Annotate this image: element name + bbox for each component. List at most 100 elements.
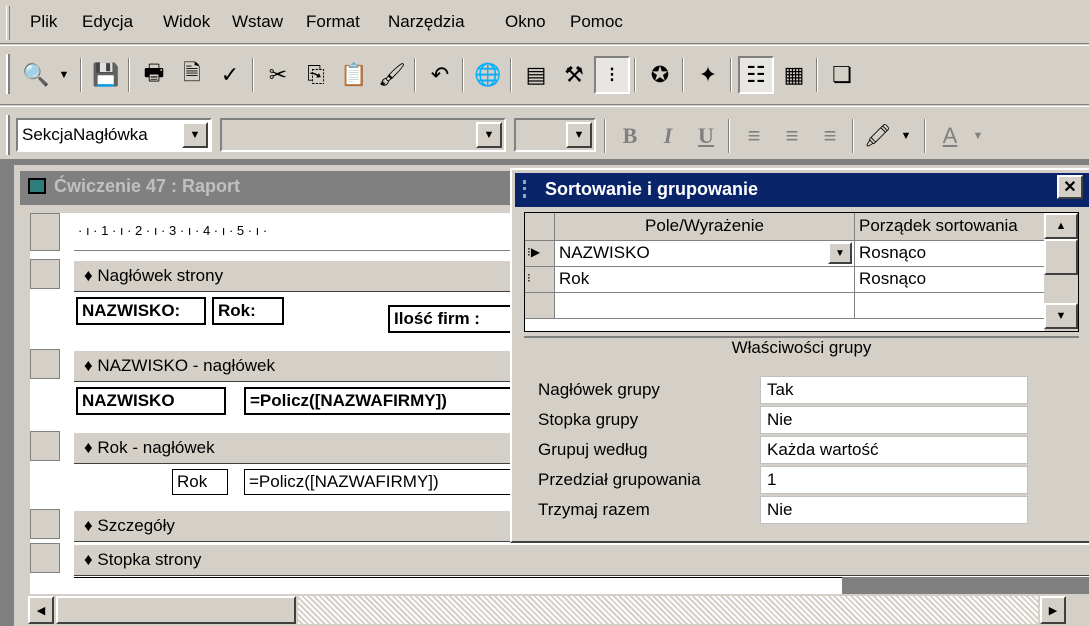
italic-button[interactable]: I — [650, 117, 686, 155]
menu-edycja[interactable]: Edycja — [82, 12, 133, 32]
database-window-icon[interactable]: ▦ — [776, 56, 812, 94]
prop-value-group-header[interactable]: Tak — [760, 376, 1028, 404]
font-size-combo[interactable]: ▼ — [514, 118, 596, 152]
prop-value-keep-together[interactable]: Nie — [760, 496, 1028, 524]
align-center-icon[interactable]: ≡ — [774, 117, 810, 155]
menu-okno[interactable]: Okno — [505, 12, 546, 32]
grid-cell-order-3[interactable] — [855, 293, 1045, 319]
dialog-titlebar[interactable]: Sortowanie i grupowanie — [515, 173, 1089, 207]
undo-icon[interactable]: ↶ — [422, 56, 458, 94]
section-selector[interactable] — [30, 259, 60, 289]
toolbox-icon[interactable]: ⚒ — [556, 56, 592, 94]
chevron-down-icon[interactable]: ▼ — [828, 242, 852, 264]
menu-wstaw[interactable]: Wstaw — [232, 12, 283, 32]
sorting-grouping-icon — [523, 180, 537, 198]
row-selector-icon[interactable]: ⁝ — [525, 267, 555, 293]
scroll-thumb[interactable] — [56, 596, 296, 624]
grid-cell-field-1[interactable]: NAZWISKO ▼ — [555, 241, 855, 267]
menu-pomoc[interactable]: Pomoc — [570, 12, 623, 32]
field-value: NAZWISKO — [559, 243, 650, 262]
band-page-footer[interactable]: ♦ Stopka strony — [74, 543, 1089, 576]
chevron-down-icon[interactable]: ▼ — [968, 117, 988, 155]
standard-toolbar: 🔍 ▼ 💾 🖶 🗎 ✓ ✂ ⎘ 📋 🖌 ↶ 🌐 ▤ ⚒ ⁝ ✪ ✦ ☷ ▦ ❏ — [0, 45, 1089, 105]
separator — [414, 58, 416, 92]
section-selector[interactable] — [30, 431, 60, 461]
menu-widok[interactable]: Widok — [163, 12, 210, 32]
new-object-icon[interactable]: ❏ — [824, 56, 860, 94]
sorting-grouping-icon[interactable]: ⁝ — [594, 56, 630, 94]
prop-value-group-on[interactable]: Każda wartość — [760, 436, 1028, 464]
scroll-down-icon[interactable]: ▼ — [1044, 303, 1078, 329]
print-preview-icon[interactable]: 🔍 — [18, 56, 54, 94]
field-list-icon[interactable]: ▤ — [518, 56, 554, 94]
spell-check-icon[interactable]: ✓ — [212, 56, 248, 94]
chevron-down-icon[interactable]: ▼ — [476, 122, 502, 148]
font-color-icon[interactable]: A — [932, 117, 968, 155]
menu-bar: Plik Edycja Widok Wstaw Format Narzędzia… — [0, 0, 1089, 44]
scroll-up-icon[interactable]: ▲ — [1044, 213, 1078, 239]
dropdown-arrow-icon[interactable]: ▼ — [54, 56, 74, 94]
format-painter-icon[interactable]: 🖌 — [374, 56, 410, 94]
report-selector[interactable] — [30, 213, 60, 251]
align-left-icon[interactable]: ≡ — [736, 117, 772, 155]
textbox-nazwisko[interactable]: NAZWISKO — [76, 387, 226, 415]
scroll-track[interactable] — [298, 596, 1038, 624]
menu-format[interactable]: Format — [306, 12, 360, 32]
build-icon[interactable]: ✦ — [690, 56, 726, 94]
grid-cell-field-2[interactable]: Rok — [555, 267, 855, 293]
grid-cell-order-2[interactable]: Rosnąco — [855, 267, 1045, 293]
prop-value-group-footer[interactable]: Nie — [760, 406, 1028, 434]
scroll-thumb[interactable] — [1044, 239, 1078, 275]
cut-icon[interactable]: ✂ — [260, 56, 296, 94]
scroll-left-icon[interactable]: ◀ — [28, 596, 54, 624]
chevron-down-icon[interactable]: ▼ — [182, 122, 208, 148]
hyperlink-icon[interactable]: 🌐 — [470, 56, 506, 94]
save-icon[interactable]: 💾 — [88, 56, 124, 94]
underline-button[interactable]: U — [688, 117, 724, 155]
textbox-policz-1[interactable]: =Policz([NAZWAFIRMY]) — [244, 387, 514, 415]
copy-icon[interactable]: ⎘ — [298, 56, 334, 94]
prop-label-group-footer: Stopka grupy — [538, 410, 639, 429]
menu-narzedzia[interactable]: Narzędzia — [388, 12, 465, 32]
textbox-policz-2[interactable]: =Policz([NAZWAFIRMY]) — [244, 469, 514, 495]
horizontal-scrollbar[interactable]: ◀ ▶ — [14, 594, 1089, 626]
chevron-down-icon[interactable]: ▼ — [896, 117, 916, 155]
preview-icon[interactable]: 🗎 — [174, 56, 210, 94]
separator — [252, 58, 254, 92]
grid-cell-field-3[interactable] — [555, 293, 855, 319]
sorting-grouping-dialog: Sortowanie i grupowanie ✕ Pole/Wyrażenie… — [510, 168, 1089, 543]
prop-value-group-interval[interactable]: 1 — [760, 466, 1028, 494]
fill-color-icon[interactable]: 🖍 — [860, 117, 896, 155]
autoformat-icon[interactable]: ✪ — [642, 56, 678, 94]
print-icon[interactable]: 🖶 — [136, 56, 172, 94]
label-nazwisko[interactable]: NAZWISKO: — [76, 297, 206, 325]
menu-plik[interactable]: Plik — [30, 12, 57, 32]
properties-icon[interactable]: ☷ — [738, 56, 774, 94]
col-header-order: Porządek sortowania — [855, 213, 1045, 241]
row-selector[interactable] — [525, 293, 555, 319]
label-ilosc-firm[interactable]: Ilość firm : — [388, 305, 518, 333]
font-combo[interactable]: ▼ — [220, 118, 506, 152]
paste-icon[interactable]: 📋 — [336, 56, 372, 94]
close-icon[interactable]: ✕ — [1057, 175, 1083, 199]
row-selector-current-icon[interactable]: ⁝▶ — [525, 241, 555, 267]
align-right-icon[interactable]: ≡ — [812, 117, 848, 155]
section-selector[interactable] — [30, 509, 60, 539]
chevron-down-icon[interactable]: ▼ — [566, 122, 592, 148]
label-rok-2[interactable]: Rok — [172, 469, 228, 495]
object-combo[interactable]: SekcjaNagłówka ▼ — [16, 118, 212, 152]
section-selector[interactable] — [30, 349, 60, 379]
label-rok[interactable]: Rok: — [212, 297, 284, 325]
bold-button[interactable]: B — [612, 117, 648, 155]
separator — [80, 58, 82, 92]
section-selector[interactable] — [30, 543, 60, 573]
prop-label-group-interval: Przedział grupowania — [538, 470, 701, 489]
scroll-right-icon[interactable]: ▶ — [1040, 596, 1066, 624]
band-label: Stopka strony — [97, 550, 202, 569]
grid-cell-order-1[interactable]: Rosnąco — [855, 241, 1045, 267]
separator — [924, 119, 926, 153]
col-header-field: Pole/Wyrażenie — [555, 213, 855, 241]
grid-vertical-scrollbar[interactable]: ▲ ▼ — [1044, 213, 1078, 331]
prop-label-group-header: Nagłówek grupy — [538, 380, 660, 399]
band-label: Szczegóły — [97, 516, 175, 535]
